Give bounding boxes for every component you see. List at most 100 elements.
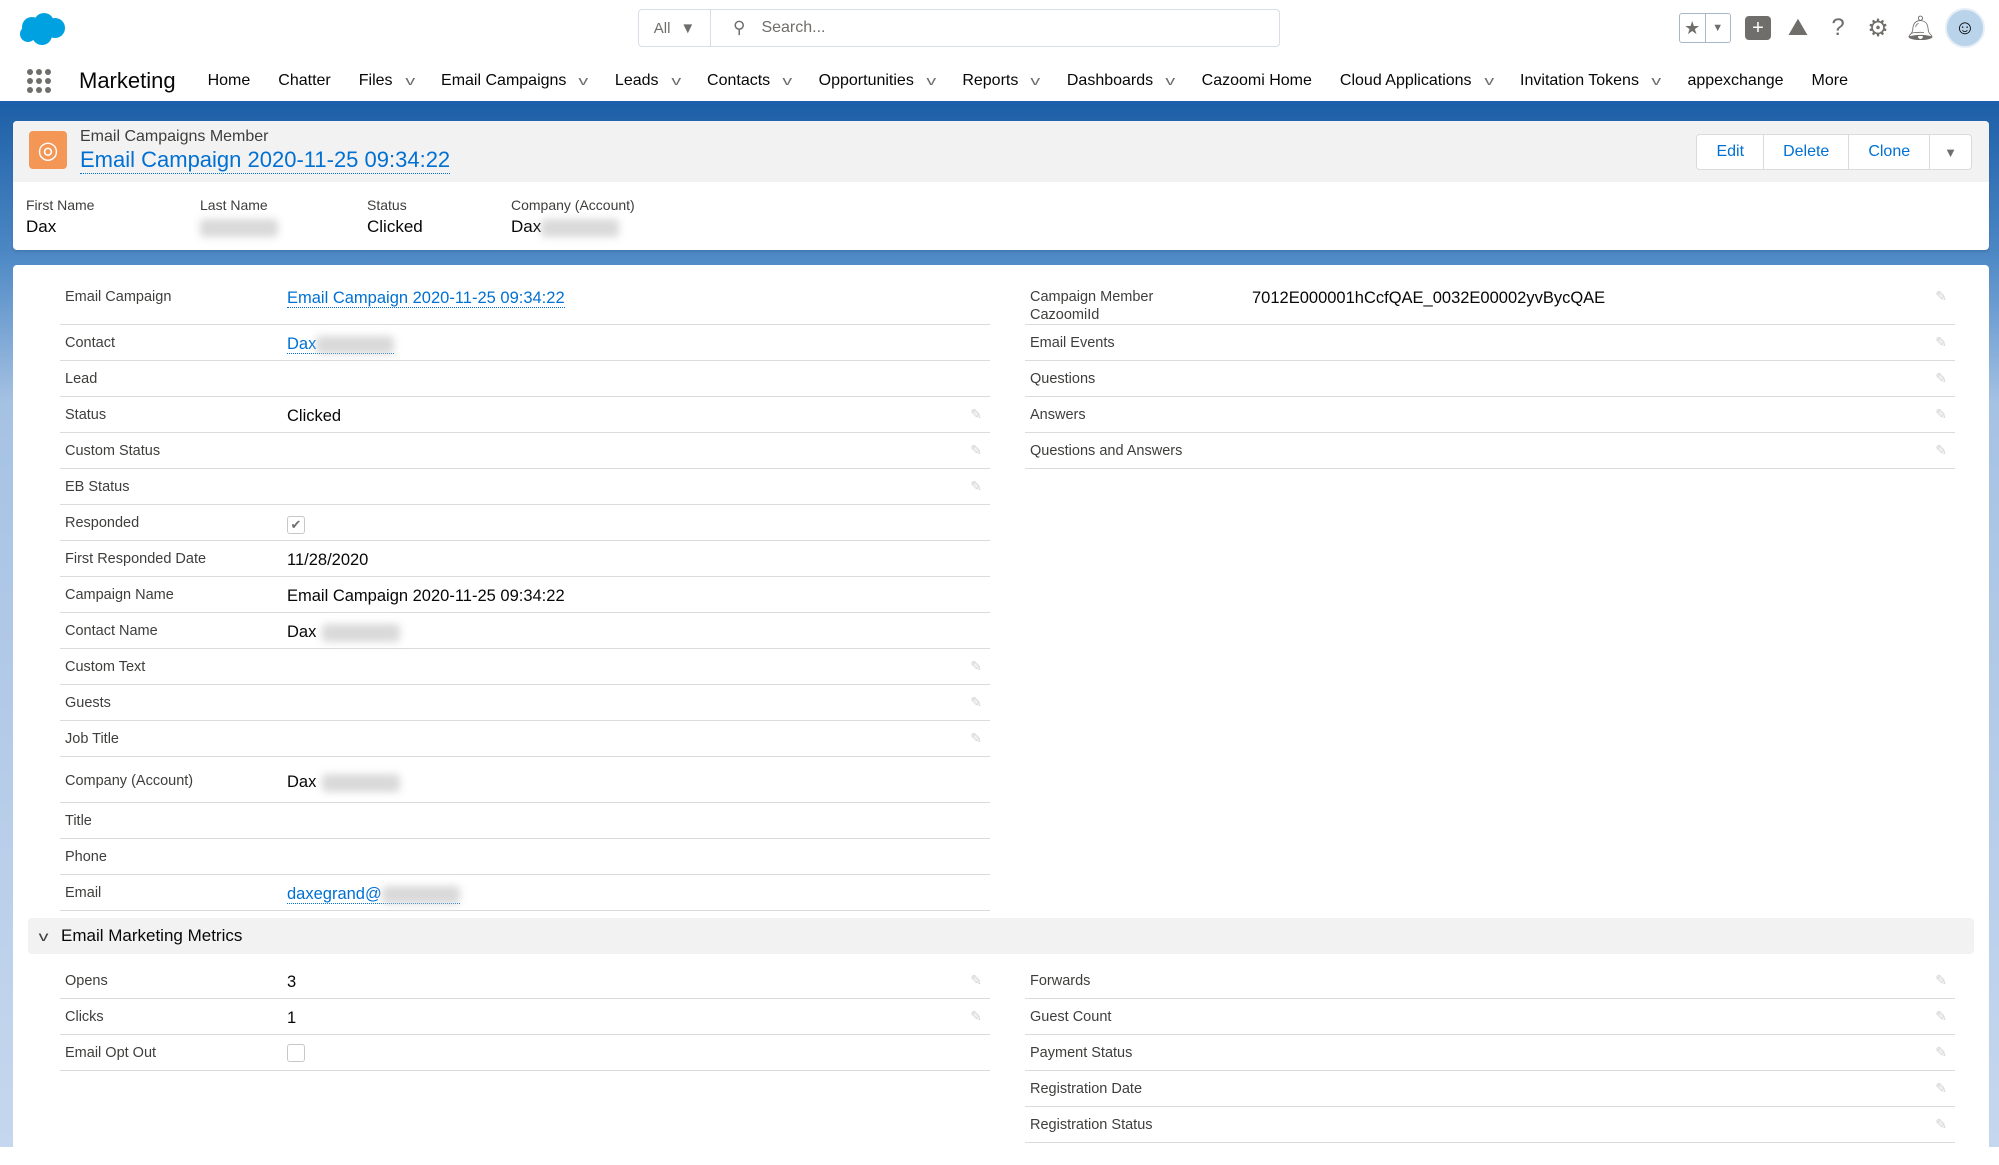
field-label: Answers [1030, 407, 1086, 423]
chevron-down-icon[interactable]: v [926, 73, 936, 88]
field-link[interactable]: Email Campaign 2020-11-25 09:34:22 [287, 289, 565, 308]
field-label: EB Status [65, 479, 130, 495]
field-label: First Responded Date [65, 551, 207, 567]
chevron-down-icon[interactable]: v [1651, 73, 1661, 88]
nav-item-more[interactable]: More [1812, 72, 1848, 90]
checkbox-unchecked [287, 1044, 305, 1062]
chevron-down-icon[interactable]: v [1484, 73, 1494, 88]
field-value: 3 [287, 973, 297, 991]
delete-button[interactable]: Delete [1764, 135, 1850, 169]
field-row: Custom Status ✎ [60, 433, 990, 469]
field-label: Status [367, 197, 407, 213]
nav-item-reports[interactable]: Reports v [962, 72, 1041, 90]
field-label: Company (Account) [511, 197, 635, 213]
salesforce-logo[interactable] [18, 12, 66, 46]
gear-icon[interactable]: ⚙ [1865, 14, 1891, 43]
pencil-icon[interactable]: ✎ [970, 406, 982, 423]
chevron-down-icon[interactable]: v [783, 73, 793, 88]
pencil-icon[interactable]: ✎ [1935, 1008, 1947, 1025]
redacted-text [322, 773, 401, 792]
field-row: Contact Dax [60, 325, 990, 361]
nav-item-leads[interactable]: Leads v [615, 72, 681, 90]
pencil-icon[interactable]: ✎ [970, 694, 982, 711]
nav-item-dashboards[interactable]: Dashboards v [1067, 72, 1176, 90]
field-row: Registration Date ✎ [1025, 1071, 1955, 1107]
search-input[interactable]: Search... [761, 19, 825, 37]
field-label: Opens [65, 973, 108, 989]
field-value: Clicked [287, 407, 342, 425]
app-launcher-icon[interactable] [27, 68, 51, 93]
field-value: Dax [287, 772, 401, 792]
chevron-down-icon[interactable]: v [1031, 73, 1041, 88]
field-link[interactable]: Dax [287, 335, 395, 354]
pencil-icon[interactable]: ✎ [1935, 1116, 1947, 1133]
field-label: Contact [65, 335, 115, 351]
caret-down-icon: ▼ [680, 19, 696, 37]
nav-item-files[interactable]: Files v [359, 72, 415, 90]
caret-down-icon[interactable]: ▼ [1704, 14, 1731, 42]
chevron-down-icon[interactable]: v [1166, 73, 1176, 88]
global-search[interactable]: All ▼ ⚲ Search... [638, 9, 1280, 47]
chevron-down-icon[interactable]: v [671, 73, 681, 88]
pencil-icon[interactable]: ✎ [1935, 370, 1947, 387]
chevron-down-icon[interactable]: v [579, 73, 589, 88]
chevron-down-icon[interactable]: v [405, 73, 415, 88]
pencil-icon[interactable]: ✎ [1935, 406, 1947, 423]
avatar[interactable]: ☺ [1945, 8, 1985, 48]
field-value: 11/28/2020 [287, 551, 369, 569]
pencil-icon[interactable]: ✎ [1935, 334, 1947, 351]
redacted-text [541, 218, 620, 237]
campaign-target-icon: ◎ [29, 131, 67, 169]
favorites-button[interactable]: ★ ▼ [1679, 13, 1731, 43]
pencil-icon[interactable]: ✎ [970, 442, 982, 459]
field-value [200, 217, 278, 237]
nav-item-email-campaigns[interactable]: Email Campaigns v [441, 72, 589, 90]
field-label: Title [65, 813, 92, 829]
field-row: Email Events ✎ [1025, 325, 1955, 361]
nav-item-invitation-tokens[interactable]: Invitation Tokens v [1520, 72, 1661, 90]
bell-icon[interactable]: 🔔︎ [1905, 14, 1935, 43]
page-title[interactable]: Email Campaign 2020-11-25 09:34:22 [80, 147, 451, 174]
chevron-down-icon: v [38, 928, 49, 944]
section-email-marketing-metrics[interactable]: v Email Marketing Metrics [28, 918, 1974, 954]
edit-button[interactable]: Edit [1697, 135, 1765, 169]
nav-item-home[interactable]: Home [208, 72, 251, 90]
pencil-icon[interactable]: ✎ [1935, 1080, 1947, 1097]
more-actions-button[interactable]: ▼ [1930, 135, 1971, 169]
field-row: Lead [60, 361, 990, 397]
add-icon[interactable]: + [1745, 16, 1771, 40]
field-label: Registration Status [1030, 1117, 1153, 1133]
field-row: Company (Account) Dax [60, 757, 990, 803]
help-icon[interactable]: ? [1825, 14, 1851, 42]
field-link[interactable]: daxegrand@ [287, 885, 460, 904]
redacted-text [322, 623, 401, 642]
pencil-icon[interactable]: ✎ [1935, 442, 1947, 459]
nav-item-cloud-applications[interactable]: Cloud Applications v [1340, 72, 1494, 90]
pencil-icon[interactable]: ✎ [1935, 288, 1947, 305]
search-scope-dropdown[interactable]: All ▼ [639, 10, 711, 46]
pencil-icon[interactable]: ✎ [970, 478, 982, 495]
field-label: First Name [26, 197, 95, 213]
redacted-text [381, 885, 460, 904]
field-label: Email Opt Out [65, 1045, 157, 1061]
nav-item-appexchange[interactable]: appexchange [1687, 72, 1783, 90]
clone-button[interactable]: Clone [1849, 135, 1931, 169]
nav-item-opportunities[interactable]: Opportunities v [819, 72, 936, 90]
redacted-text [316, 335, 395, 354]
pencil-icon[interactable]: ✎ [970, 1008, 982, 1025]
field-label: Status [65, 407, 107, 423]
pencil-icon[interactable]: ✎ [970, 730, 982, 747]
trailhead-icon[interactable]: ⛰ [1785, 14, 1811, 42]
pencil-icon[interactable]: ✎ [1935, 1044, 1947, 1061]
nav-item-chatter[interactable]: Chatter [278, 72, 330, 90]
nav-item-cazoomi-home[interactable]: Cazoomi Home [1202, 72, 1312, 90]
nav-item-contacts[interactable]: Contacts v [707, 72, 793, 90]
pencil-icon[interactable]: ✎ [1935, 972, 1947, 989]
field-row: Opens 3 ✎ [60, 963, 990, 999]
field-label: Guests [65, 695, 111, 711]
field-label: Custom Status [65, 443, 161, 459]
field-row: Email Campaign Email Campaign 2020-11-25 … [60, 279, 990, 325]
pencil-icon[interactable]: ✎ [970, 972, 982, 989]
record-detail: Email Campaign Email Campaign 2020-11-25 … [13, 265, 1989, 1165]
pencil-icon[interactable]: ✎ [970, 658, 982, 675]
